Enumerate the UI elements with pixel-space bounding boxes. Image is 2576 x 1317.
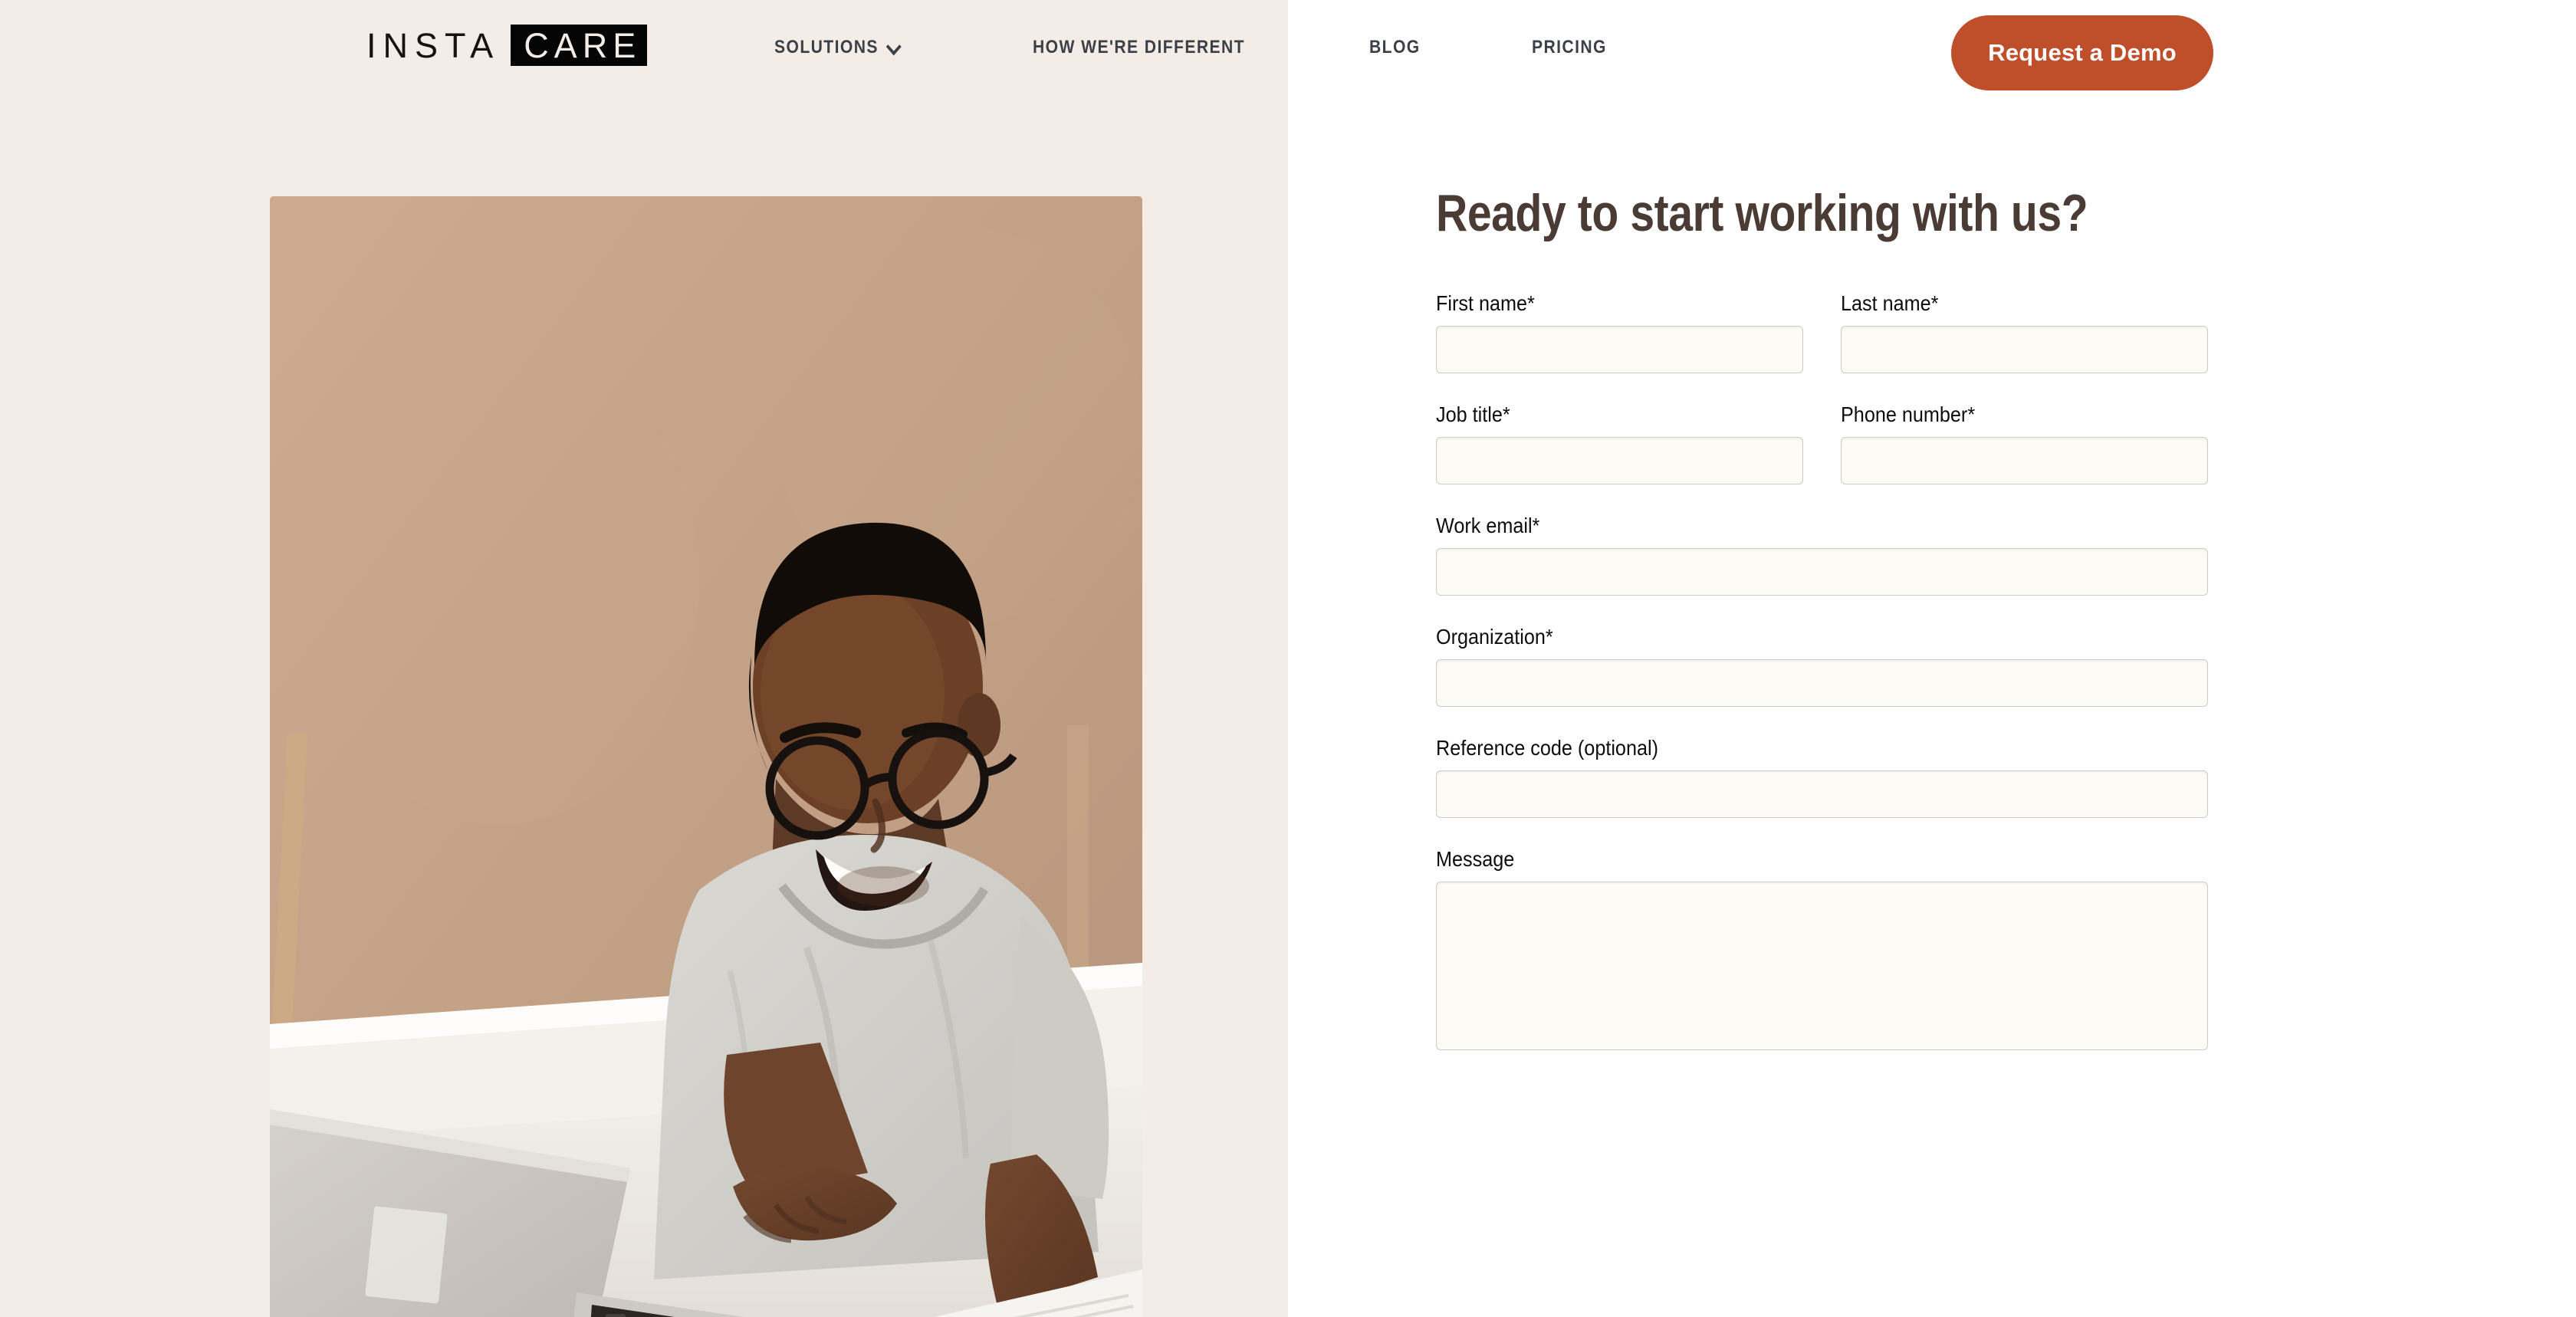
first-name-input[interactable] [1436,326,1803,373]
field-message: Message [1436,847,2208,1050]
work-email-input[interactable] [1436,548,2208,596]
field-reference-code: Reference code (optional) [1436,736,2208,818]
label-last-name: Last name* [1841,291,1939,315]
field-phone-number: Phone number* [1841,402,2208,484]
contact-form: First name* Last name* Job title* Phone … [1436,291,2208,1079]
label-first-name: First name* [1436,291,1535,315]
request-a-demo-button[interactable]: Request a Demo [1951,15,2213,90]
nav-label-solutions: SOLUTIONS [774,37,879,57]
hero-photo-illustration [270,196,1142,1317]
nav-label-how-were-different: HOW WE'RE DIFFERENT [1033,37,1246,57]
label-phone-number: Phone number* [1841,402,1976,426]
field-organization: Organization* [1436,625,2208,707]
label-job-title: Job title* [1436,402,1510,426]
page-title: Ready to start working with us? [1436,184,2088,242]
hero-photo [270,196,1142,1317]
form-row: Message [1436,847,2208,1050]
form-row: Job title* Phone number* [1436,402,2208,484]
reference-code-input[interactable] [1436,770,2208,818]
site-header: INSTA CARE SOLUTIONS HOW WE'RE DIFFERENT… [0,0,2576,107]
phone-number-input[interactable] [1841,437,2208,484]
job-title-input[interactable] [1436,437,1803,484]
brand-logo[interactable]: INSTA CARE [366,25,648,66]
nav-item-blog[interactable]: BLOG [1369,37,1421,58]
nav-item-pricing[interactable]: PRICING [1532,37,1607,58]
nav-label-pricing: PRICING [1531,37,1607,57]
form-row: First name* Last name* [1436,291,2208,373]
label-work-email: Work email* [1436,514,1540,537]
landing-page: INSTA CARE SOLUTIONS HOW WE'RE DIFFERENT… [0,0,2576,1317]
form-row: Organization* [1436,625,2208,707]
field-work-email: Work email* [1436,514,2208,596]
nav-label-blog: BLOG [1369,37,1421,57]
field-job-title: Job title* [1436,402,1803,484]
logo-text-care: CARE [511,25,648,66]
main-navigation: SOLUTIONS HOW WE'RE DIFFERENT BLOG PRICI… [774,37,1617,58]
field-last-name: Last name* [1841,291,2208,373]
logo-text-insta: INSTA [366,25,501,65]
organization-input[interactable] [1436,659,2208,707]
label-organization: Organization* [1436,625,1553,649]
label-reference-code: Reference code (optional) [1436,736,1658,760]
chevron-down-icon [887,39,901,54]
last-name-input[interactable] [1841,326,2208,373]
form-row: Reference code (optional) [1436,736,2208,818]
field-first-name: First name* [1436,291,1803,373]
message-textarea[interactable] [1436,882,2208,1050]
nav-item-how-were-different[interactable]: HOW WE'RE DIFFERENT [1033,37,1245,58]
nav-item-solutions[interactable]: SOLUTIONS [774,37,901,58]
label-message: Message [1436,847,1515,871]
form-row: Work email* [1436,514,2208,596]
